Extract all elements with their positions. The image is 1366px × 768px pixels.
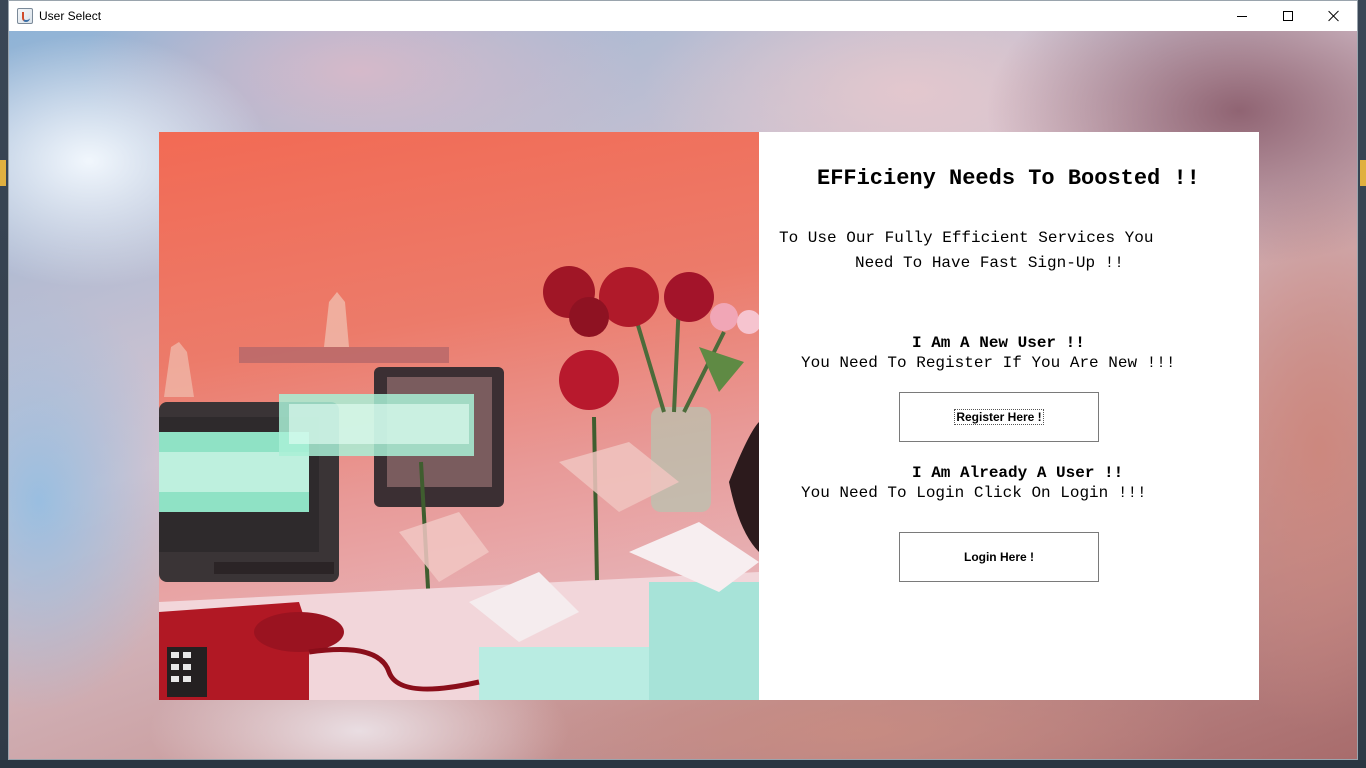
register-button[interactable]: Register Here !	[899, 392, 1099, 442]
maximize-icon	[1283, 11, 1293, 21]
user-select-window: User Select EFFicieny Needs To Boosted !…	[8, 0, 1358, 760]
java-app-icon	[17, 8, 33, 24]
desktop-edge-right	[1358, 0, 1366, 768]
register-button-label: Register Here !	[954, 409, 1044, 425]
login-button[interactable]: Login Here !	[899, 532, 1099, 582]
subtitle-line-2: Need To Have Fast Sign-Up !!	[855, 254, 1124, 272]
window-controls	[1219, 1, 1357, 31]
user-select-card: EFFicieny Needs To Boosted !! To Use Our…	[159, 132, 1259, 700]
sign-in-options-panel: EFFicieny Needs To Boosted !! To Use Our…	[759, 132, 1259, 700]
minimize-button[interactable]	[1219, 1, 1265, 31]
minimize-icon	[1237, 15, 1247, 17]
retro-photo-illustration	[159, 266, 759, 700]
new-user-description: You Need To Register If You Are New !!!	[801, 354, 1176, 372]
close-icon	[1328, 10, 1340, 22]
retro-photo	[159, 132, 759, 700]
maximize-button[interactable]	[1265, 1, 1311, 31]
subtitle-line-1: To Use Our Fully Efficient Services You	[779, 229, 1154, 247]
desktop-edge-bottom	[0, 760, 1366, 768]
existing-user-description: You Need To Login Click On Login !!!	[801, 484, 1147, 502]
new-user-heading: I Am A New User !!	[912, 334, 1085, 352]
cloud-background: EFFicieny Needs To Boosted !! To Use Our…	[9, 31, 1357, 759]
login-button-label: Login Here !	[963, 550, 1034, 564]
window-title: User Select	[39, 9, 102, 23]
close-button[interactable]	[1311, 1, 1357, 31]
page-title: EFFicieny Needs To Boosted !!	[817, 166, 1200, 191]
desktop-edge-left	[0, 0, 8, 768]
title-bar[interactable]: User Select	[9, 1, 1357, 31]
existing-user-heading: I Am Already A User !!	[912, 464, 1124, 482]
